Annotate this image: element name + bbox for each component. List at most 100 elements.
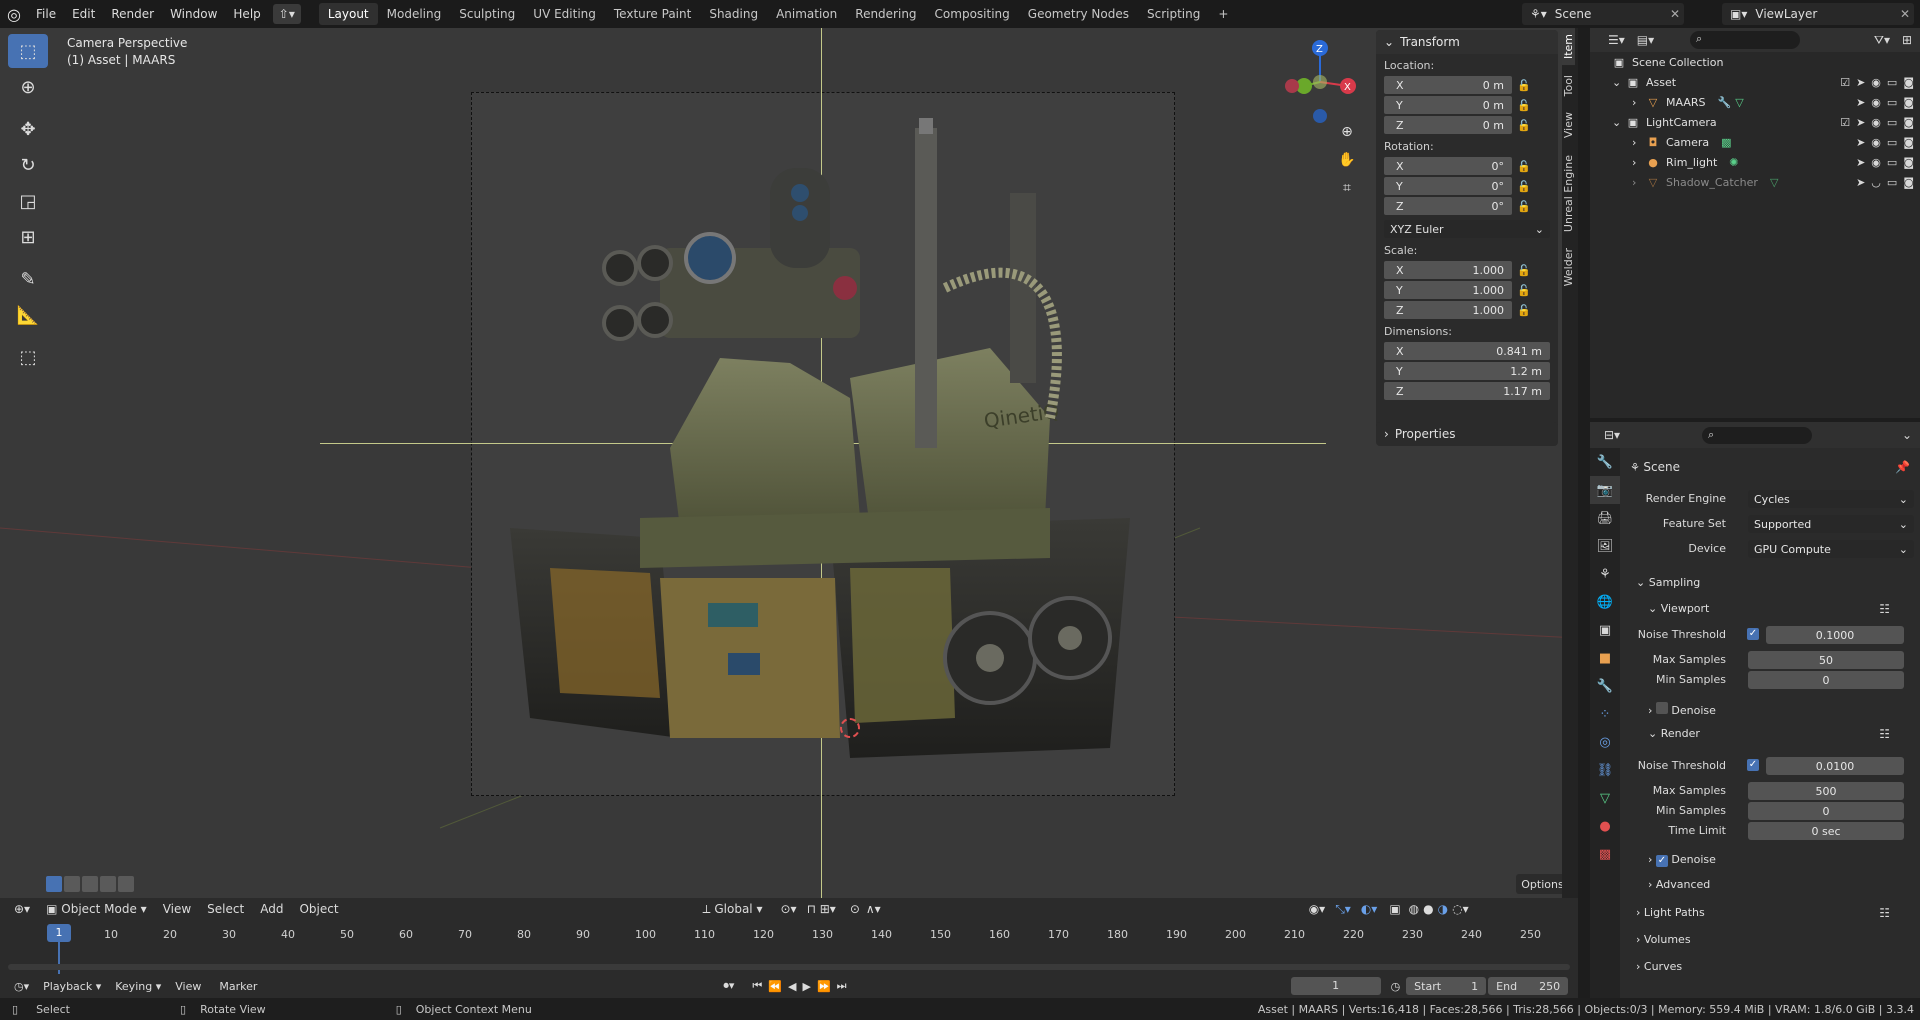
r-min-samples-field[interactable]: 0 [1748,802,1904,820]
physics-tab-icon[interactable]: ◎ [1590,728,1620,756]
measure-tool-icon[interactable]: 📐 [8,298,48,332]
dimensions-y-field[interactable]: Y 1.2 m [1384,362,1550,380]
render-camera-icon[interactable]: ◙ [1903,176,1914,189]
proportional-editing-icon[interactable]: ⊙ [850,902,860,916]
select-extend-icon[interactable] [64,876,80,892]
render-camera-icon[interactable]: ◙ [1903,96,1914,109]
vp-max-samples-field[interactable]: 50 [1748,651,1904,669]
r-noise-threshold-checkbox[interactable]: ✓ [1747,759,1759,771]
select-box-tool-icon[interactable]: ⬚ [8,34,48,68]
tab-modeling[interactable]: Modeling [378,3,451,25]
location-y-field[interactable]: Y 0 m [1384,96,1512,114]
display-mode-icon[interactable]: ▤▾ [1637,33,1654,47]
device-dropdown[interactable]: GPU Compute ⌄ [1748,540,1914,558]
blender-logo-icon[interactable]: ◎ [0,0,28,28]
select-arrow-icon[interactable]: ➤ [1856,96,1865,109]
cursor-tool-icon[interactable]: ⊕ [8,70,48,104]
properties-search-input[interactable]: ⌕ [1702,427,1812,444]
wireframe-shading-icon[interactable]: ◍ [1409,902,1419,916]
rotation-y-field[interactable]: Y 0° [1384,177,1512,195]
tab-tool[interactable]: Tool [1562,69,1575,102]
tab-layout[interactable]: Layout [318,3,378,25]
light-paths-panel-header[interactable]: › Light Paths [1636,906,1705,919]
lock-icon[interactable]: 🔓 [1512,180,1536,193]
view-layer-tab-icon[interactable]: 🖼 [1590,532,1620,560]
scale-tool-icon[interactable]: ◲ [8,184,48,218]
snap-icon[interactable]: ⊓ ⊞▾ [807,902,836,916]
menu-keying[interactable]: Keying ▾ [115,980,161,993]
particles-tab-icon[interactable]: ⁘ [1590,700,1620,728]
record-icon[interactable]: ⏺▾ [723,979,734,993]
monitor-icon[interactable]: ▭ [1887,96,1897,109]
pin-icon[interactable]: ✕ [1670,7,1680,21]
tab-unreal-engine[interactable]: Unreal Engine [1562,149,1575,238]
lock-icon[interactable]: 🔓 [1512,284,1536,297]
jump-start-icon[interactable]: ⏮ [752,979,762,993]
eye-closed-icon[interactable]: ◡ [1871,176,1881,189]
menu-select[interactable]: Select [207,902,244,916]
rotation-z-field[interactable]: Z 0° [1384,197,1512,215]
scene-collection-row[interactable]: ▣ Scene Collection [1612,52,1724,72]
xray-icon[interactable]: ▣ [1389,902,1400,916]
r-max-samples-field[interactable]: 500 [1748,782,1904,800]
outliner-item-maars[interactable]: › ▽ MAARS 🔧 ▽ [1632,92,1744,112]
chevron-right-icon[interactable]: › [1632,96,1646,109]
vp-denoise-checkbox[interactable] [1655,702,1668,714]
lock-icon[interactable]: 🔓 [1512,99,1536,112]
lock-icon[interactable]: 🔓 [1512,200,1536,213]
monitor-icon[interactable]: ▭ [1887,116,1897,129]
transform-header[interactable]: ⌄ Transform [1376,30,1558,54]
select-mode-icons[interactable] [46,876,138,892]
rotation-x-field[interactable]: X 0° [1384,157,1512,175]
timeline-editor-type-icon[interactable]: ◷▾ [14,980,29,993]
scale-z-field[interactable]: Z 1.000 [1384,301,1512,319]
menu-file[interactable]: File [28,0,64,28]
render-camera-icon[interactable]: ◙ [1903,136,1914,149]
current-frame-indicator[interactable]: 1 [47,924,71,942]
checkbox-icon[interactable]: ☑ [1840,116,1850,129]
clock-icon[interactable]: ◷ [1391,980,1401,993]
render-tab-icon[interactable]: 📷 [1590,476,1620,504]
checkbox-icon[interactable]: ☑ [1840,76,1850,89]
curves-panel-header[interactable]: › Curves [1636,960,1682,973]
menu-marker[interactable]: Marker [219,980,257,993]
outliner-item-camera[interactable]: › ◘ Camera ▩ [1632,132,1732,152]
outliner-search-input[interactable]: ⌕ [1690,31,1800,49]
render-camera-icon[interactable]: ◙ [1903,116,1914,129]
menu-object[interactable]: Object [299,902,338,916]
select-arrow-icon[interactable]: ➤ [1856,136,1865,149]
render-subpanel-header[interactable]: ⌄ Render [1648,727,1700,740]
r-denoise-subpanel-header[interactable]: › ✓ Denoise [1648,853,1716,867]
menu-render[interactable]: Render [103,0,162,28]
menu-add[interactable]: Add [260,902,283,916]
gizmo-toggle-icon[interactable]: ⤡▾ [1335,902,1351,917]
material-shading-icon[interactable]: ◑ [1438,902,1448,916]
sampling-panel-header[interactable]: ⌄ Sampling [1636,576,1700,589]
zoom-icon[interactable]: ⊕ [1336,124,1358,146]
render-camera-icon[interactable]: ◙ [1903,156,1914,169]
filter-icon[interactable]: ⛛▾ [1874,33,1890,48]
presets-list-icon[interactable]: ☷ [1879,602,1890,616]
eye-icon[interactable]: ◉ [1871,96,1881,109]
solid-shading-icon[interactable]: ● [1423,902,1433,916]
outliner-item-shadow-catcher[interactable]: › ▽ Shadow_Catcher ▽ [1632,172,1778,192]
object-mode-dropdown[interactable]: ▣ Object Mode ▾ [46,902,147,916]
pan-hand-icon[interactable]: ✋ [1336,152,1358,174]
start-frame-field[interactable]: Start 1 [1406,977,1487,995]
chevron-right-icon[interactable]: › [1632,176,1646,189]
select-arrow-icon[interactable]: ➤ [1856,116,1865,129]
texture-tab-icon[interactable]: ▩ [1590,840,1620,868]
rendered-shading-icon[interactable]: ◌▾ [1452,902,1469,916]
overlays-icon[interactable]: ◐▾ [1361,902,1378,916]
feature-set-dropdown[interactable]: Supported ⌄ [1748,515,1914,533]
visibility-icon[interactable]: ◉▾ [1309,902,1326,916]
jump-end-icon[interactable]: ⏭ [837,979,847,993]
falloff-icon[interactable]: ∧▾ [866,902,881,916]
vp-denoise-subpanel-header[interactable]: › Denoise [1648,702,1716,717]
tab-sculpting[interactable]: Sculpting [450,3,524,25]
3d-viewport[interactable]: Camera Perspective (1) Asset | MAARS Qin… [0,28,1578,898]
select-arrow-icon[interactable]: ➤ [1856,76,1865,89]
close-icon[interactable]: ✕ [1900,7,1910,21]
tab-item[interactable]: Item [1562,28,1575,66]
lock-icon[interactable]: 🔓 [1512,304,1536,317]
